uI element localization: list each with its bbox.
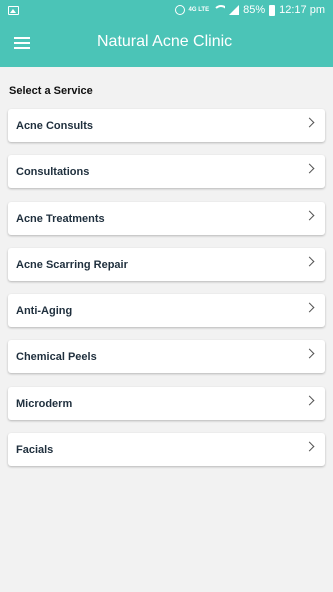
service-item-acne-treatments[interactable]: Acne Treatments <box>8 201 325 235</box>
service-label: Chemical Peels <box>16 351 97 364</box>
chevron-right-icon <box>304 302 315 313</box>
signal-icon <box>229 5 240 15</box>
battery-icon <box>269 4 276 16</box>
wifi-icon <box>213 5 226 15</box>
service-label: Acne Treatments <box>16 212 105 225</box>
app-title: Natural Acne Clinic <box>97 33 233 50</box>
chevron-right-icon <box>304 395 315 406</box>
service-label: Consultations <box>16 166 90 179</box>
service-item-microderm[interactable]: Microderm <box>8 386 325 420</box>
chevron-right-icon <box>304 117 315 128</box>
chevron-right-icon <box>304 163 315 174</box>
chevron-right-icon <box>304 441 315 452</box>
image-notification-icon <box>8 5 19 15</box>
chevron-right-icon <box>304 349 315 359</box>
menu-icon[interactable] <box>14 37 30 49</box>
service-label: Anti-Aging <box>16 305 73 318</box>
network-type: 4G LTE <box>188 7 210 13</box>
chevron-right-icon <box>304 256 315 267</box>
service-label: Acne Consults <box>16 120 94 132</box>
service-item-acne-consults[interactable]: Acne Consults <box>8 109 325 142</box>
service-label: Microderm <box>16 397 73 410</box>
service-item-consultations[interactable]: Consultations <box>8 155 325 189</box>
app-bar: Natural Acne Clinic <box>0 20 333 67</box>
service-item-facials[interactable]: Facials <box>8 433 325 467</box>
status-bar: 4G LTE 85% 12:17 pm <box>0 0 333 20</box>
battery-percent: 85% <box>243 4 266 16</box>
service-item-acne-scarring-repair[interactable]: Acne Scarring Repair <box>8 247 325 281</box>
service-item-chemical-peels[interactable]: Chemical Peels <box>8 340 325 374</box>
service-label: Facials <box>16 444 54 457</box>
clock: 12:17 pm <box>279 4 325 16</box>
service-label: Acne Scarring Repair <box>16 258 128 271</box>
section-label: Select a Service <box>9 85 93 97</box>
alarm-icon <box>174 5 185 15</box>
service-list: Acne Consults Consultations Acne Treatme… <box>8 109 325 479</box>
chevron-right-icon <box>304 210 315 221</box>
service-item-anti-aging[interactable]: Anti-Aging <box>8 294 325 328</box>
